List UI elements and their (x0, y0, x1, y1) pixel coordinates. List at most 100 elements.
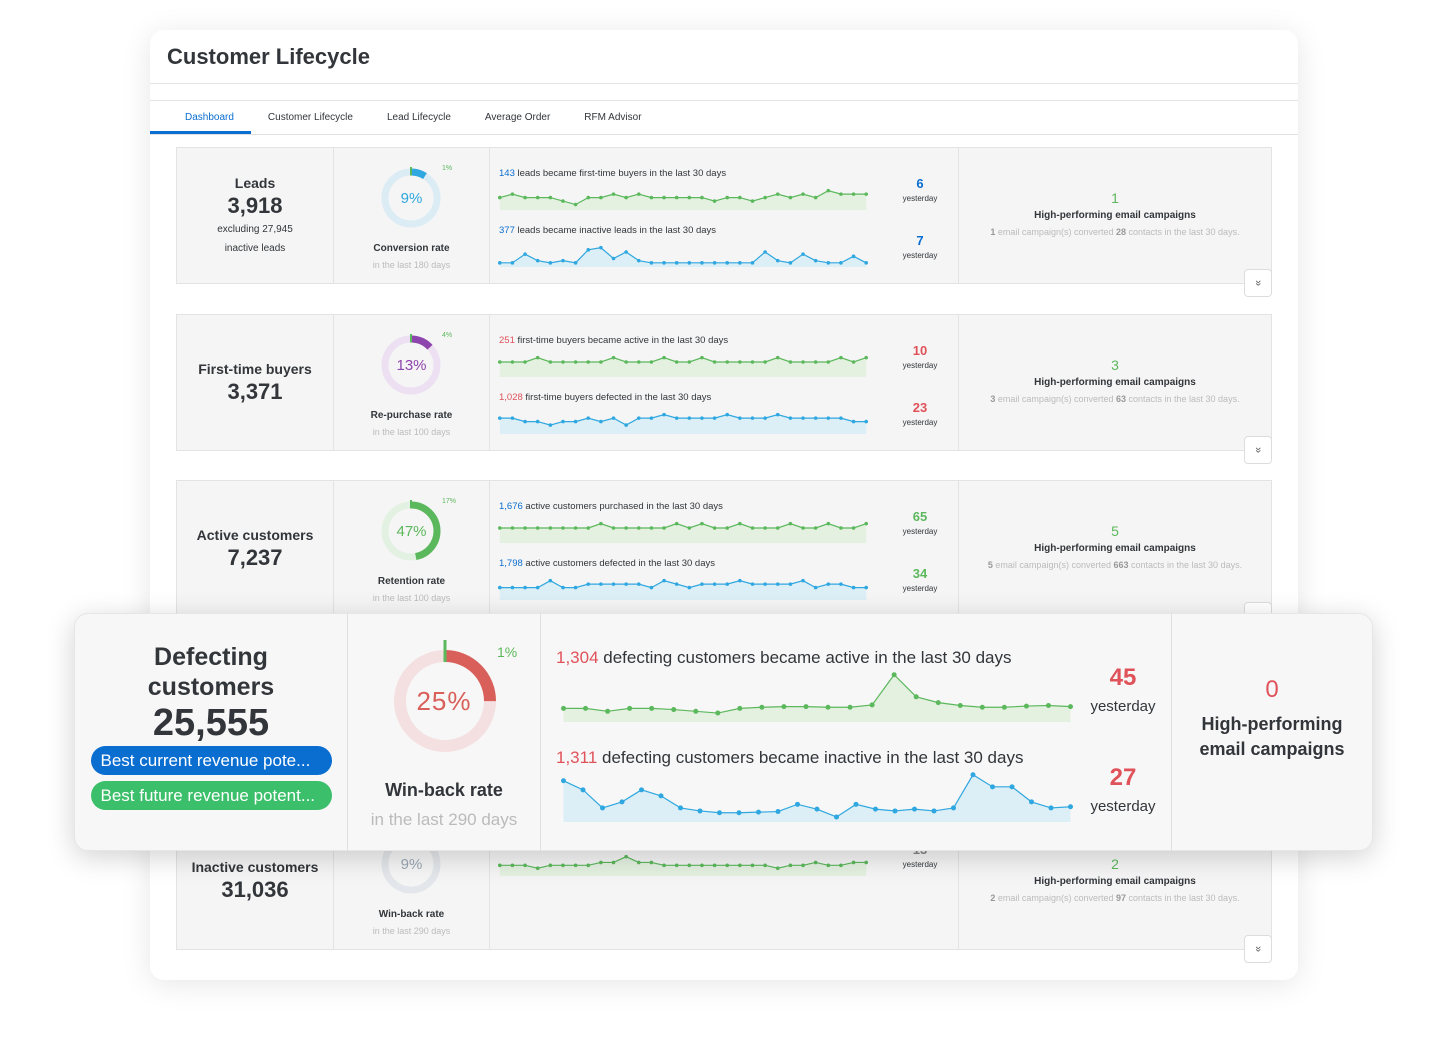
sparkline-point (763, 195, 767, 200)
sparkline-area (563, 674, 1071, 722)
defecting-customers-card[interactable]: Defecting customers 25,555 Best current re… (74, 613, 1373, 851)
sparkline-point (788, 863, 793, 868)
sparkline-point (535, 195, 540, 200)
sparkline-point (674, 360, 679, 364)
yesterday-stat: 23 yesterday (890, 400, 950, 427)
campaign-text: email campaign(s) converted (992, 560, 1114, 570)
trend-panel: 251 first-time buyers became active in t… (490, 315, 959, 450)
yesterday-stat: 34 yesterday (890, 566, 950, 593)
sparkline-point (864, 521, 868, 526)
sparkline-point (573, 585, 578, 590)
sparkline-point (687, 863, 692, 868)
campaign-title: High-performing email campaigns (1199, 714, 1345, 759)
sparkline-point (498, 195, 502, 200)
sparkline (498, 355, 868, 377)
sparkline-point (611, 526, 616, 530)
sparkline-point (813, 195, 818, 200)
sparkline-point (624, 360, 628, 364)
yesterday-count: 27 (1109, 764, 1137, 791)
sparkline-point (599, 360, 603, 364)
expand-button[interactable]: » (1244, 935, 1272, 963)
sparkline-point (912, 806, 917, 812)
sparkline-point (611, 256, 616, 261)
sparkline-point (750, 199, 755, 203)
sparkline-point (619, 799, 625, 805)
expand-button[interactable]: » (1244, 269, 1272, 297)
tab-rfm-advisor[interactable]: RFM Advisor (567, 101, 658, 134)
sparkline-point (510, 360, 515, 364)
trend-count: 143 (499, 168, 515, 179)
campaign-title: High-performing email campaigns (1034, 543, 1196, 554)
sparkline-area (563, 774, 1071, 822)
sparkline-point (750, 261, 755, 265)
sparkline-point (561, 360, 565, 364)
expand-button[interactable]: » (1244, 436, 1272, 464)
campaign-text: contacts in the last 30 days. (1126, 394, 1240, 404)
sparkline-point (586, 526, 591, 530)
sparkline-point (561, 863, 565, 868)
sparkline-point (750, 526, 755, 530)
campaign-count: 3 (1111, 357, 1119, 373)
lifecycle-row-leads: Leads 3,918 excluding 27,945 inactive leads… (176, 147, 1272, 297)
sparkline-line (499, 357, 867, 363)
sparkline-area (499, 190, 867, 210)
tab-average-order[interactable]: Average Order (468, 101, 567, 134)
sparkline-point (725, 360, 730, 364)
tab-customer-lifecycle[interactable]: Customer Lifecycle (251, 101, 370, 134)
trend-panel: 1,304 defecting customers became active … (541, 614, 1172, 850)
sparkline-point (611, 582, 616, 586)
sparkline-point (548, 526, 553, 530)
segment-tag[interactable]: Best future revenue potent... (90, 781, 332, 810)
segment-title: First-time buyers (198, 360, 312, 377)
yesterday-label: yesterday (1090, 798, 1156, 815)
sparkline-point (573, 360, 578, 364)
campaign-text: contacts in the last 30 days. (1126, 893, 1240, 903)
sparkline-point (636, 582, 641, 586)
sparkline-point (763, 526, 767, 530)
sparkline-point (801, 192, 805, 196)
sparkline-point (498, 863, 502, 868)
sparkline-point (523, 419, 527, 424)
campaign-title: High-performing email campaigns (1034, 876, 1196, 887)
sparkline-point (535, 866, 540, 871)
sparkline-point (662, 526, 666, 530)
sparkline-point (700, 261, 704, 265)
sparkline (498, 521, 868, 543)
sparkline-point (775, 412, 780, 417)
yesterday-stat: 45 yesterday (1087, 664, 1159, 715)
sparkline-point (839, 416, 843, 420)
sparkline-point (523, 863, 527, 868)
sparkline-point (712, 261, 717, 265)
sparkline-point (979, 704, 985, 710)
sparkline-point (535, 355, 540, 360)
sparkline-point (725, 195, 730, 200)
sparkline-point (548, 578, 553, 583)
sparkline-point (624, 854, 628, 859)
sparkline-point (674, 195, 679, 200)
trend-text: 143 leads became first-time buyers in th… (499, 168, 726, 179)
segment-tag[interactable]: Best current revenue pote... (90, 746, 332, 775)
sparkline-point (891, 672, 897, 678)
sparkline-point (763, 416, 767, 420)
sparkline-point (548, 195, 553, 200)
campaign-text: email campaign(s) converted (995, 394, 1116, 404)
sparkline (498, 578, 868, 600)
rate-label: Retention rate (377, 576, 446, 587)
tab-dashboard[interactable]: Dashboard (150, 101, 251, 134)
rate-panel: 13% 4% Re-purchase rate in the last 100 day… (334, 315, 490, 450)
sparkline-point (1068, 704, 1073, 710)
sparkline-point (814, 806, 820, 812)
sparkline-point (687, 360, 692, 364)
sparkline-point (535, 585, 540, 590)
campaign-description: 2 email campaign(s) converted 97 contact… (959, 893, 1271, 903)
sparkline-point (535, 258, 540, 263)
tab-lead-lifecycle[interactable]: Lead Lifecycle (370, 101, 468, 134)
sparkline-point (561, 585, 565, 590)
sparkline-point (624, 195, 628, 200)
sparkline-point (788, 261, 793, 265)
sparkline (561, 672, 1073, 722)
sparkline-point (548, 261, 553, 265)
trend-text: 1,028 first-time buyers defected in the … (499, 392, 711, 403)
sparkline-point (580, 787, 586, 793)
yesterday-stat: 7 yesterday (890, 233, 950, 260)
